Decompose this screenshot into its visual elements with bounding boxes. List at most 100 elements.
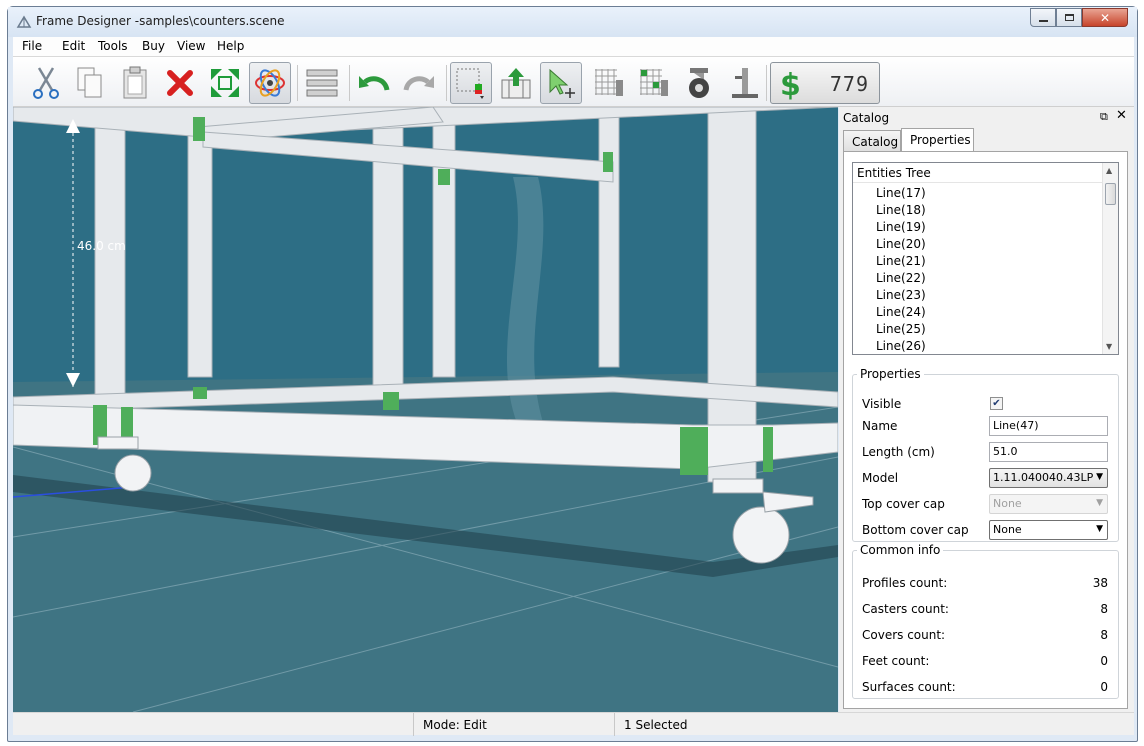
menu-view[interactable]: View — [174, 39, 208, 53]
properties-tab-body: Entities Tree Line(17) Line(18) Line(19)… — [843, 151, 1128, 709]
close-button[interactable]: ✕ — [1082, 8, 1128, 27]
grid-remove-icon — [640, 69, 668, 96]
tree-item[interactable]: Line(17) — [853, 185, 1103, 202]
minimize-button[interactable] — [1030, 8, 1056, 27]
fit-view-button[interactable] — [204, 62, 246, 104]
tree-item[interactable]: Line(26) — [853, 338, 1103, 354]
casters-count-value: 8 — [1100, 602, 1108, 616]
select-icon — [549, 68, 575, 98]
length-field[interactable]: 51.0 — [989, 442, 1108, 462]
app-icon — [16, 15, 32, 28]
paste-button[interactable] — [114, 62, 156, 104]
visible-checkbox[interactable]: ✔ — [990, 397, 1003, 410]
tree-item[interactable]: Line(19) — [853, 219, 1103, 236]
top-cap-value: None — [993, 497, 1022, 510]
covers-count-value: 8 — [1100, 628, 1108, 642]
copy-button[interactable] — [69, 62, 111, 104]
visible-label: Visible — [862, 397, 902, 411]
panel-title: Catalog — [843, 111, 890, 125]
scroll-up-icon[interactable]: ▲ — [1106, 166, 1112, 175]
cut-button[interactable] — [25, 62, 67, 104]
grid-button[interactable] — [450, 62, 492, 104]
toolbar: $ 779 — [13, 57, 1134, 107]
delete-icon — [167, 70, 193, 96]
profile-cap-button[interactable] — [723, 62, 765, 104]
tree-list: Line(17) Line(18) Line(19) Line(20) Line… — [853, 185, 1103, 354]
catalog-panel: Catalog ⧉ ✕ Catalog Properties Entities … — [839, 107, 1134, 712]
dollar-icon: $ — [780, 68, 801, 100]
surfaces-count-value: 0 — [1100, 680, 1108, 694]
status-selection: 1 Selected — [614, 713, 696, 736]
caster-icon — [689, 68, 709, 98]
menu-buy[interactable]: Buy — [139, 39, 168, 53]
chevron-down-icon: ▼ — [1096, 524, 1103, 534]
svg-text:$: $ — [780, 68, 801, 100]
name-label: Name — [862, 419, 898, 433]
properties-group: Properties Visible ✔ Name Line(47) Lengt… — [852, 367, 1119, 542]
grid-add-icon — [595, 69, 623, 96]
tree-item[interactable]: Line(22) — [853, 270, 1103, 287]
top-cap-select[interactable]: None ▼ — [989, 494, 1108, 514]
menu-help[interactable]: Help — [214, 39, 247, 53]
top-cap-label: Top cover cap — [862, 497, 945, 511]
caster-button[interactable] — [678, 62, 720, 104]
tree-item[interactable]: Line(21) — [853, 253, 1103, 270]
scroll-thumb[interactable] — [1105, 183, 1116, 205]
float-panel-icon[interactable]: ⧉ — [1100, 110, 1108, 124]
status-bar: Mode: Edit 1 Selected — [13, 712, 1134, 736]
maximize-button[interactable] — [1056, 8, 1082, 27]
tree-item[interactable]: Line(18) — [853, 202, 1103, 219]
entities-tree[interactable]: Entities Tree Line(17) Line(18) Line(19)… — [852, 162, 1119, 355]
menu-bar: File Edit Tools Buy View Help — [13, 37, 1134, 57]
redo-icon — [403, 76, 434, 91]
redo-button[interactable] — [398, 62, 440, 104]
bottom-cap-select[interactable]: None ▼ — [989, 520, 1108, 540]
undo-button[interactable] — [353, 62, 395, 104]
profiles-count-value: 38 — [1092, 576, 1108, 590]
3d-viewport[interactable]: 46.0 cm — [13, 107, 838, 712]
export-button[interactable] — [495, 62, 537, 104]
select-button[interactable] — [540, 62, 582, 104]
grid-add-button[interactable] — [588, 62, 630, 104]
feet-count-value: 0 — [1100, 654, 1108, 668]
budget-value: 779 — [829, 72, 869, 96]
tree-scrollbar[interactable]: ▲ ▼ — [1102, 163, 1118, 354]
menu-file[interactable]: File — [19, 39, 45, 53]
fit-view-icon — [211, 69, 239, 97]
model-value: 1.11.040040.43LP — [993, 471, 1094, 484]
casters-count-label: Casters count: — [862, 602, 949, 616]
menu-tools[interactable]: Tools — [95, 39, 131, 53]
align-button[interactable] — [301, 62, 343, 104]
tab-catalog[interactable]: Catalog — [843, 130, 901, 152]
model-label: Model — [862, 471, 899, 485]
properties-legend: Properties — [860, 367, 921, 381]
tree-item[interactable]: Line(20) — [853, 236, 1103, 253]
paste-icon — [123, 66, 147, 99]
grid-remove-button[interactable] — [633, 62, 675, 104]
tree-item[interactable]: Line(23) — [853, 287, 1103, 304]
status-mode: Mode: Edit — [413, 713, 496, 736]
tree-item[interactable]: Line(25) — [853, 321, 1103, 338]
close-panel-icon[interactable]: ✕ — [1116, 108, 1127, 123]
model-select[interactable]: 1.11.040040.43LP ▼ — [989, 468, 1108, 488]
name-field[interactable]: Line(47) — [989, 416, 1108, 436]
dimension-label: 46.0 cm — [77, 239, 126, 253]
common-info-group: Common info Profiles count: 38 Casters c… — [852, 543, 1119, 699]
chevron-down-icon: ▼ — [1096, 472, 1103, 482]
scene-render — [13, 107, 838, 712]
bottom-cap-label: Bottom cover cap — [862, 523, 969, 537]
scroll-down-icon[interactable]: ▼ — [1106, 342, 1112, 351]
delete-button[interactable] — [159, 62, 201, 104]
tree-item[interactable]: Line(24) — [853, 304, 1103, 321]
minimize-icon — [1038, 19, 1048, 22]
surfaces-count-label: Surfaces count: — [862, 680, 956, 694]
orbit-button[interactable] — [249, 62, 291, 104]
orbit-icon — [255, 69, 285, 97]
undo-icon — [359, 76, 390, 91]
menu-edit[interactable]: Edit — [59, 39, 88, 53]
cut-icon — [33, 67, 59, 99]
tab-properties[interactable]: Properties — [901, 128, 974, 152]
copy-icon — [77, 67, 102, 98]
align-icon — [306, 69, 338, 97]
covers-count-label: Covers count: — [862, 628, 946, 642]
